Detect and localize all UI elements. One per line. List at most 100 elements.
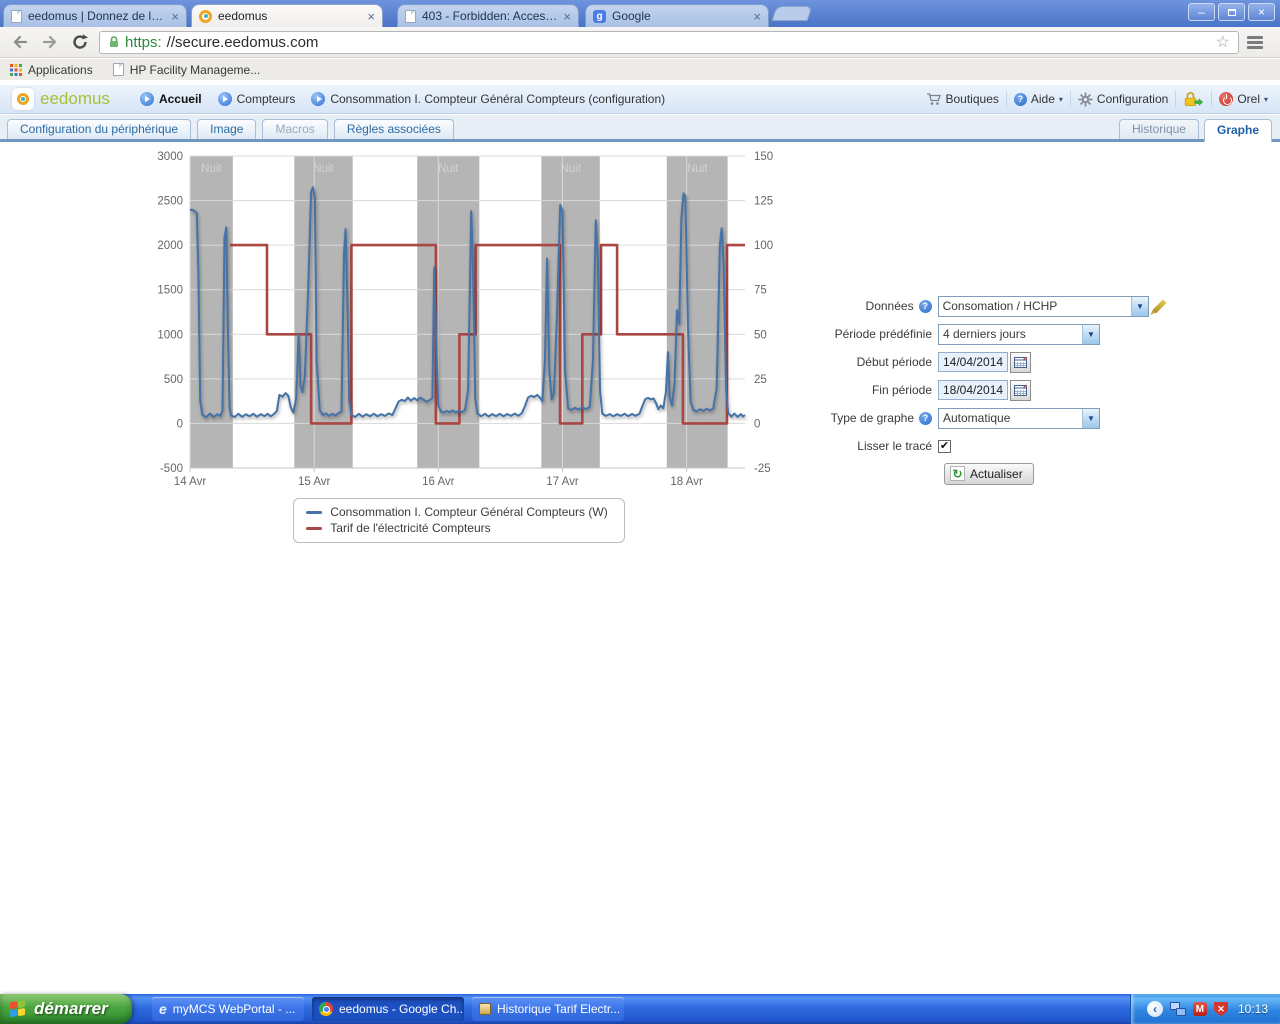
brand-name[interactable]: eedomus: [40, 89, 110, 109]
chevron-down-icon[interactable]: ▼: [1082, 409, 1099, 428]
cart-icon: [926, 92, 942, 106]
tab-historique[interactable]: Historique: [1119, 119, 1199, 139]
internet-explorer-icon: e: [159, 1002, 167, 1016]
bookmark-hp-facility[interactable]: HP Facility Manageme...: [113, 63, 261, 77]
new-tab-button[interactable]: [772, 6, 813, 21]
browser-tab-4[interactable]: g Google ×: [585, 4, 769, 27]
selected-value: Consomation / HCHP: [939, 297, 1131, 316]
close-tab-icon[interactable]: ×: [563, 10, 571, 23]
browser-toolbar: https://secure.eedomus.com ☆: [0, 27, 1280, 58]
menu-aide[interactable]: ? Aide ▾: [1014, 92, 1063, 106]
svg-text:18 Avr: 18 Avr: [670, 476, 703, 488]
menu-label: Configuration: [1097, 92, 1168, 106]
address-bar[interactable]: https://secure.eedomus.com ☆: [99, 31, 1239, 54]
field-label: Fin période: [782, 383, 938, 397]
calendar-button[interactable]: [1010, 352, 1031, 373]
browser-tab-1[interactable]: eedomus | Donnez de l'intelli ×: [3, 4, 187, 27]
menu-user-orel[interactable]: Orel ▾: [1219, 92, 1268, 106]
periode-select[interactable]: 4 derniers jours ▼: [938, 324, 1100, 345]
breadcrumb-device[interactable]: Consommation I. Compteur Général Compteu…: [311, 92, 665, 106]
divider: [1175, 91, 1176, 107]
reload-icon[interactable]: [69, 31, 91, 53]
chevron-down-icon[interactable]: ▼: [1131, 297, 1148, 316]
antivirus-icon[interactable]: M: [1193, 1002, 1207, 1016]
svg-text:17 Avr: 17 Avr: [546, 476, 579, 488]
close-button[interactable]: ×: [1248, 3, 1275, 21]
start-label: démarrer: [34, 999, 108, 1019]
type-graphe-select[interactable]: Automatique ▼: [938, 408, 1100, 429]
svg-text:Nuit: Nuit: [438, 163, 459, 175]
close-tab-icon[interactable]: ×: [171, 10, 179, 23]
tab-macros: Macros: [262, 119, 327, 139]
svg-text:0: 0: [177, 418, 183, 430]
tab-image[interactable]: Image: [197, 119, 256, 139]
tab-regles-associees[interactable]: Règles associées: [334, 119, 454, 139]
edit-pencil-icon[interactable]: [1152, 299, 1166, 313]
chrome-menu-icon[interactable]: [1247, 32, 1271, 52]
taskbar-task-mymcs[interactable]: e myMCS WebPortal - ...: [152, 997, 304, 1021]
back-icon[interactable]: [9, 31, 31, 53]
field-label: Lisser le tracé: [782, 439, 938, 453]
arrow-circle-icon: [140, 92, 154, 106]
form-row-submit: ↻ Actualiser: [782, 460, 1162, 488]
menu-boutiques[interactable]: Boutiques: [926, 92, 999, 106]
svg-text:2500: 2500: [157, 196, 183, 208]
taskbar-task-eedomus[interactable]: eedomus - Google Ch...: [312, 997, 464, 1021]
chart-area: -500-25005002510005015007520001002500125…: [138, 146, 780, 543]
padlock-icon: [1183, 91, 1204, 107]
legend-item-tariff: Tarif de l'électricité Compteurs: [306, 520, 607, 536]
bookmarks-bar: Applications HP Facility Manageme...: [0, 59, 1280, 80]
bookmark-star-icon[interactable]: ☆: [1216, 32, 1230, 52]
actualiser-button[interactable]: ↻ Actualiser: [944, 463, 1034, 485]
bookmark-label: Applications: [28, 63, 93, 77]
browser-tab-2-active[interactable]: eedomus ×: [191, 4, 383, 27]
svg-text:500: 500: [164, 374, 183, 386]
browser-tab-3[interactable]: 403 - Forbidden: Access is d ×: [397, 4, 579, 27]
help-icon[interactable]: ?: [919, 412, 932, 425]
chevron-down-icon: ▾: [1059, 95, 1063, 104]
svg-text:Nuit: Nuit: [560, 163, 581, 175]
lock-session-button[interactable]: [1183, 91, 1204, 107]
field-label: Période prédéfinie: [782, 327, 938, 341]
refresh-icon: ↻: [950, 466, 965, 481]
minimize-button[interactable]: –: [1188, 3, 1215, 21]
tab-title: eedomus: [218, 9, 361, 23]
debut-periode-input[interactable]: 14/04/2014: [938, 352, 1008, 372]
url-text: //secure.eedomus.com: [167, 34, 319, 51]
restore-button[interactable]: [1218, 3, 1245, 21]
tab-configuration-peripherique[interactable]: Configuration du périphérique: [7, 119, 191, 139]
graph-settings-form: Données ? Consomation / HCHP ▼ Période p…: [782, 292, 1162, 488]
help-icon[interactable]: ?: [919, 300, 932, 313]
network-icon[interactable]: [1170, 1002, 1186, 1016]
tray-expand-icon[interactable]: ‹: [1147, 1001, 1163, 1017]
clock: 10:13: [1238, 1002, 1268, 1016]
chevron-down-icon[interactable]: ▼: [1082, 325, 1099, 344]
forward-icon[interactable]: [39, 31, 61, 53]
page-content: eedomus Accueil Compteurs Consommation I…: [0, 80, 1280, 994]
fin-periode-input[interactable]: 18/04/2014: [938, 380, 1008, 400]
divider: [1211, 91, 1212, 107]
tariff-series-swatch: [306, 527, 322, 530]
close-tab-icon[interactable]: ×: [753, 10, 761, 23]
calendar-button[interactable]: [1010, 380, 1031, 401]
windows-taskbar: démarrer e myMCS WebPortal - ... eedomus…: [0, 994, 1280, 1024]
menu-configuration[interactable]: Configuration: [1078, 92, 1168, 107]
eedomus-logo-icon[interactable]: [12, 88, 34, 110]
donnees-select[interactable]: Consomation / HCHP ▼: [938, 296, 1149, 317]
apps-grid-icon: [10, 64, 22, 76]
form-row-lisser: Lisser le tracé ✔: [782, 432, 1162, 460]
breadcrumb-accueil[interactable]: Accueil: [140, 92, 202, 106]
app-window-icon: [479, 1003, 491, 1015]
bookmark-apps[interactable]: Applications: [10, 63, 93, 77]
close-tab-icon[interactable]: ×: [367, 10, 375, 23]
tab-graphe[interactable]: Graphe: [1204, 119, 1272, 142]
arrow-circle-icon: [218, 92, 232, 106]
svg-text:16 Avr: 16 Avr: [422, 476, 455, 488]
lisser-checkbox[interactable]: ✔: [938, 440, 951, 453]
svg-text:50: 50: [754, 329, 767, 341]
security-alert-icon[interactable]: ✕: [1214, 1002, 1228, 1017]
eedomus-header: eedomus Accueil Compteurs Consommation I…: [0, 84, 1280, 114]
breadcrumb-compteurs[interactable]: Compteurs: [218, 92, 296, 106]
taskbar-task-historique[interactable]: Historique Tarif Electr...: [472, 997, 624, 1021]
start-button[interactable]: démarrer: [0, 994, 132, 1024]
